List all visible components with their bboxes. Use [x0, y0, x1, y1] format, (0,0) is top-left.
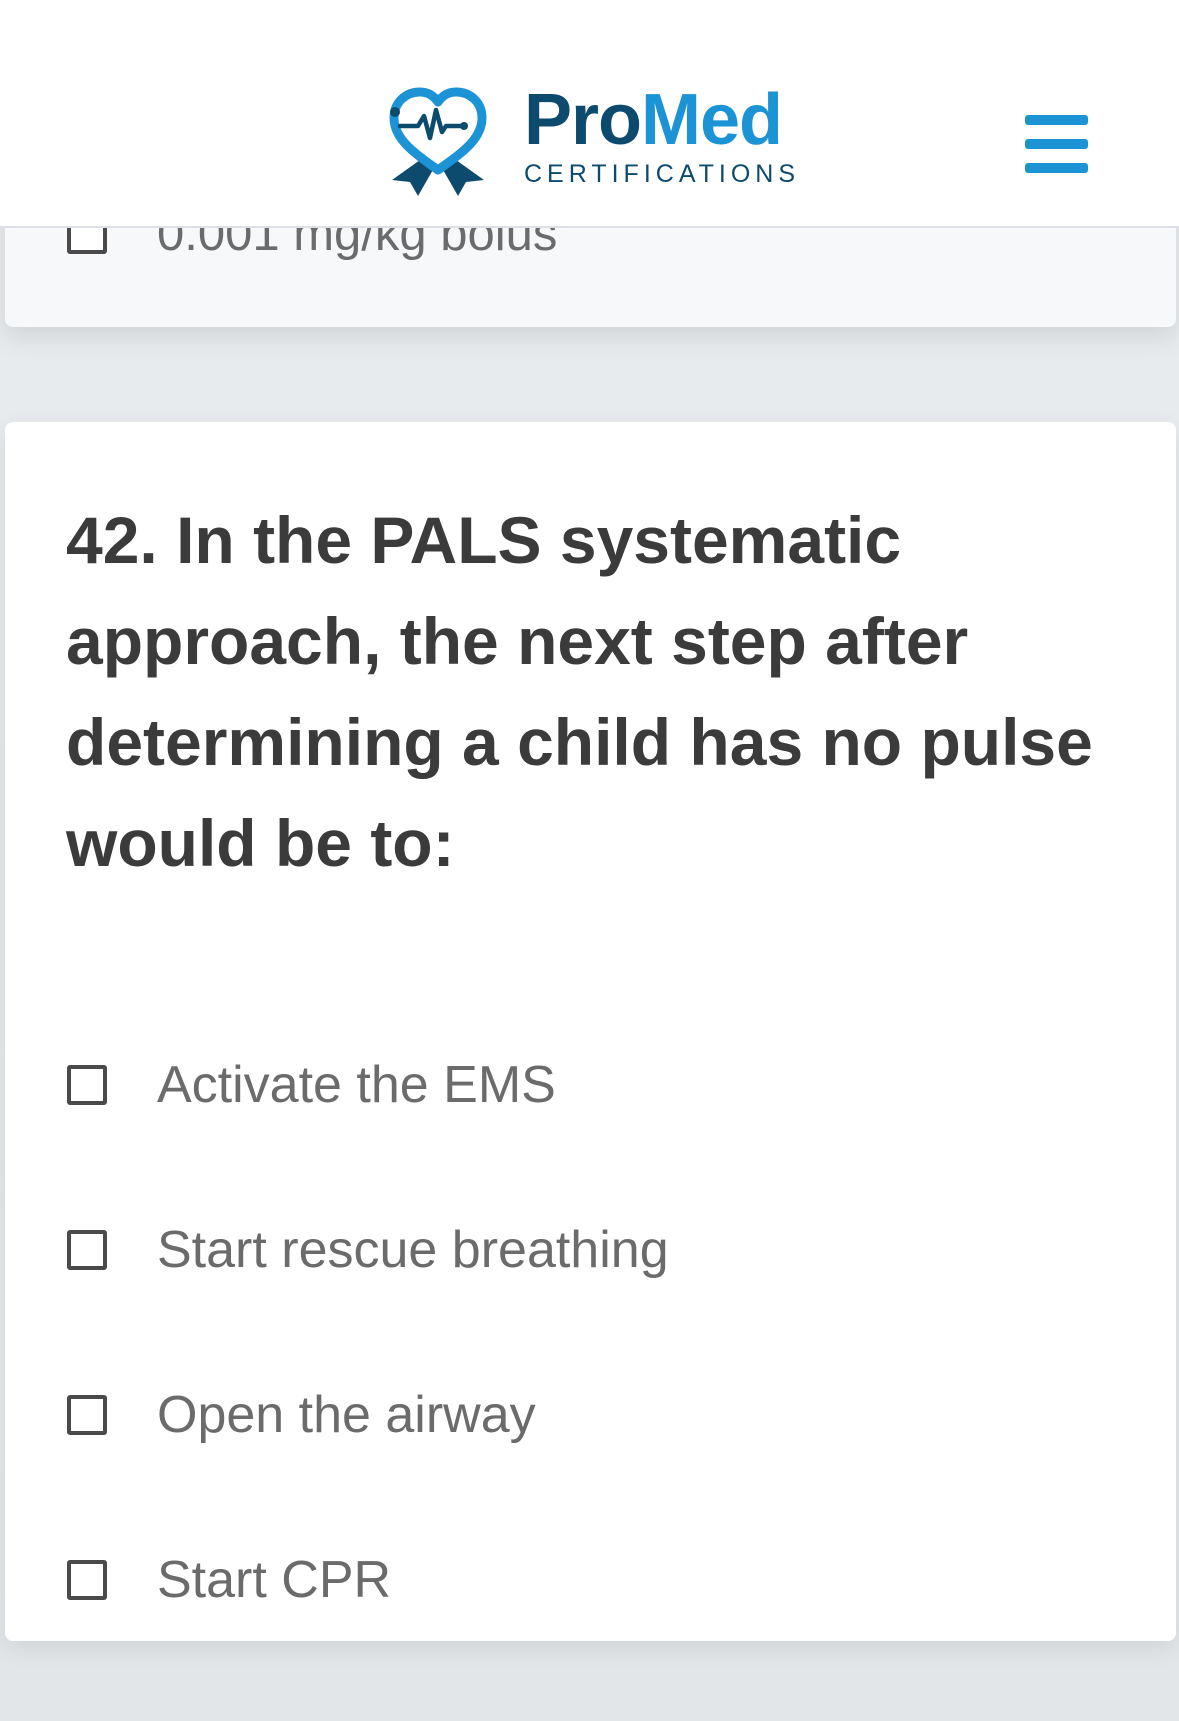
checkbox[interactable]: [67, 1559, 107, 1600]
checkbox[interactable]: [67, 1064, 107, 1105]
checkbox[interactable]: [67, 1394, 107, 1435]
heart-ribbon-logo-icon: [389, 87, 487, 196]
option-label: Activate the EMS: [157, 1055, 556, 1114]
question-card: 42. In the PALS systematic approach, the…: [5, 422, 1176, 1641]
menu-bar: [1025, 139, 1088, 149]
menu-bar: [1025, 115, 1088, 125]
promed-logo[interactable]: ProMed CERTIFICATIONS: [378, 82, 800, 198]
option-label: Start rescue breathing: [157, 1220, 669, 1279]
question-title: 42. In the PALS systematic approach, the…: [66, 503, 1093, 880]
checkbox[interactable]: [67, 1229, 107, 1270]
answer-option[interactable]: Start rescue breathing: [67, 1167, 1127, 1332]
brand-text: ProMed CERTIFICATIONS: [524, 84, 800, 189]
brand-name: ProMed: [524, 84, 800, 156]
answer-option[interactable]: Open the airway: [67, 1332, 1127, 1497]
brand-name-pro: Pro: [524, 80, 642, 160]
option-label: Open the airway: [157, 1385, 536, 1444]
brand-name-med: Med: [641, 80, 783, 160]
answer-options: Activate the EMS Start rescue breathing …: [67, 1002, 1127, 1662]
brand-subtitle: CERTIFICATIONS: [524, 160, 801, 188]
answer-option[interactable]: Activate the EMS: [67, 1002, 1127, 1167]
answer-option[interactable]: Start CPR: [67, 1497, 1127, 1662]
site-header: ProMed CERTIFICATIONS: [0, 0, 1179, 228]
menu-bar: [1025, 163, 1088, 173]
hamburger-menu-icon[interactable]: [1025, 115, 1088, 173]
option-label: Start CPR: [157, 1550, 392, 1609]
